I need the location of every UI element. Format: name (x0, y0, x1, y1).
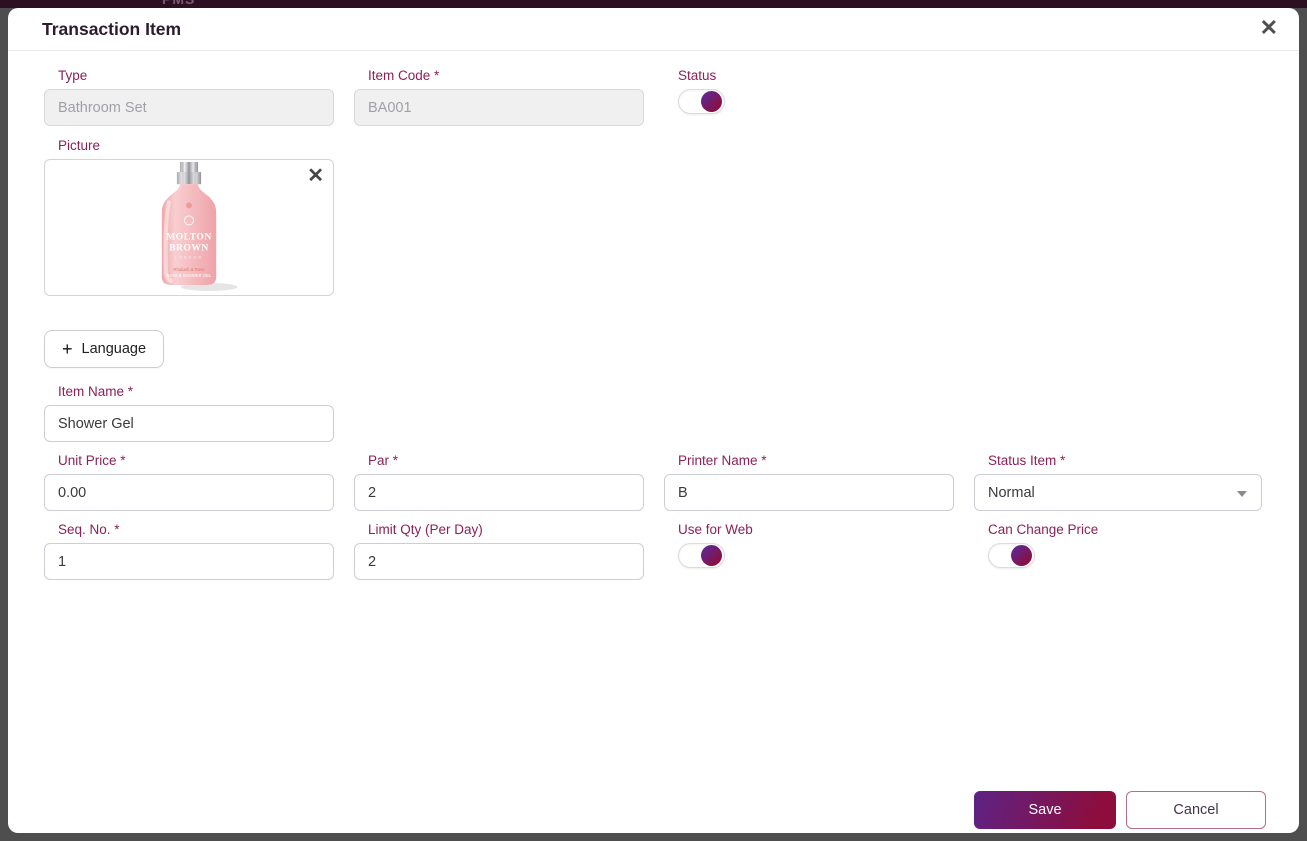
printer-name-input[interactable] (664, 474, 954, 511)
item-name-label: Item Name * (58, 384, 134, 399)
modal-body: Type Item Code * Status Picture (8, 51, 1299, 580)
can-change-price-field-group: Can Change Price (974, 522, 1264, 580)
unit-price-field-group: Unit Price * (44, 453, 334, 511)
svg-text:LONDON: LONDON (175, 256, 203, 260)
use-for-web-label: Use for Web (678, 522, 753, 537)
seq-no-input[interactable] (44, 543, 334, 580)
row-price-par-printer-statusitem: Unit Price * Par * Printer Name * Status… (44, 453, 1266, 511)
save-button[interactable]: Save (974, 791, 1116, 829)
item-code-label: Item Code * (368, 68, 440, 83)
par-label: Par * (368, 453, 399, 468)
transaction-item-modal: Transaction Item ✕ Type Item Code * Stat… (8, 8, 1299, 833)
seq-no-field-group: Seq. No. * (44, 522, 334, 580)
toggle-knob (701, 91, 722, 112)
app-logo: PMS (162, 0, 195, 7)
picture-section: Picture MOLTON BROWN LONDON Rhubarb & Ro… (44, 138, 1266, 296)
plus-icon: + (62, 339, 73, 359)
printer-name-field-group: Printer Name * (664, 453, 954, 511)
can-change-price-label: Can Change Price (988, 522, 1099, 537)
item-name-field-group: Item Name * (44, 384, 1266, 442)
toggle-knob (701, 545, 722, 566)
limit-qty-input[interactable] (354, 543, 644, 580)
status-item-field-group: Status Item * Normal (974, 453, 1264, 511)
status-toggle[interactable] (678, 89, 725, 114)
printer-name-label: Printer Name * (678, 453, 767, 468)
item-code-field-group: Item Code * (354, 68, 644, 126)
add-language-label: Language (81, 341, 147, 357)
svg-text:Rhubarb & Rose: Rhubarb & Rose (173, 267, 205, 272)
use-for-web-toggle[interactable] (678, 543, 725, 568)
chevron-down-icon (1237, 491, 1247, 497)
status-item-selected-value: Normal (988, 484, 1035, 501)
modal-header: Transaction Item ✕ (8, 8, 1299, 51)
modal-title: Transaction Item (42, 19, 182, 39)
close-icon[interactable]: ✕ (1260, 15, 1278, 41)
type-field-group: Type (44, 68, 334, 126)
cancel-button[interactable]: Cancel (1126, 791, 1266, 829)
type-input[interactable] (44, 89, 334, 126)
svg-text:BROWN: BROWN (169, 243, 209, 254)
status-field-group: Status (664, 68, 954, 126)
add-language-button[interactable]: + Language (44, 330, 165, 368)
seq-no-label: Seq. No. * (58, 522, 120, 537)
par-input[interactable] (354, 474, 644, 511)
par-field-group: Par * (354, 453, 644, 511)
picture-box: MOLTON BROWN LONDON Rhubarb & Rose BATH … (44, 159, 334, 296)
item-code-input[interactable] (354, 89, 644, 126)
row-type-code-status: Type Item Code * Status (44, 68, 1266, 126)
limit-qty-label: Limit Qty (Per Day) (368, 522, 483, 537)
limit-qty-field-group: Limit Qty (Per Day) (354, 522, 644, 580)
app-header-behind-modal: PMS (0, 0, 1307, 8)
type-label: Type (58, 68, 88, 83)
modal-footer: Save Cancel (974, 791, 1266, 829)
status-item-label: Status Item * (988, 453, 1066, 468)
picture-label: Picture (58, 138, 101, 153)
status-item-select[interactable]: Normal (974, 474, 1262, 511)
can-change-price-toggle[interactable] (988, 543, 1035, 568)
use-for-web-field-group: Use for Web (664, 522, 954, 580)
item-name-input[interactable] (44, 405, 334, 442)
svg-text:BATH & SHOWER GEL: BATH & SHOWER GEL (167, 273, 212, 278)
shower-gel-bottle-image: MOLTON BROWN LONDON Rhubarb & Rose BATH … (161, 162, 238, 291)
row-seq-limit-web-price: Seq. No. * Limit Qty (Per Day) Use for W… (44, 522, 1266, 580)
unit-price-label: Unit Price * (58, 453, 126, 468)
remove-picture-icon[interactable]: ✕ (307, 163, 324, 188)
status-label: Status (678, 68, 717, 83)
toggle-knob (1011, 545, 1032, 566)
unit-price-input[interactable] (44, 474, 334, 511)
svg-text:MOLTON: MOLTON (166, 232, 212, 243)
